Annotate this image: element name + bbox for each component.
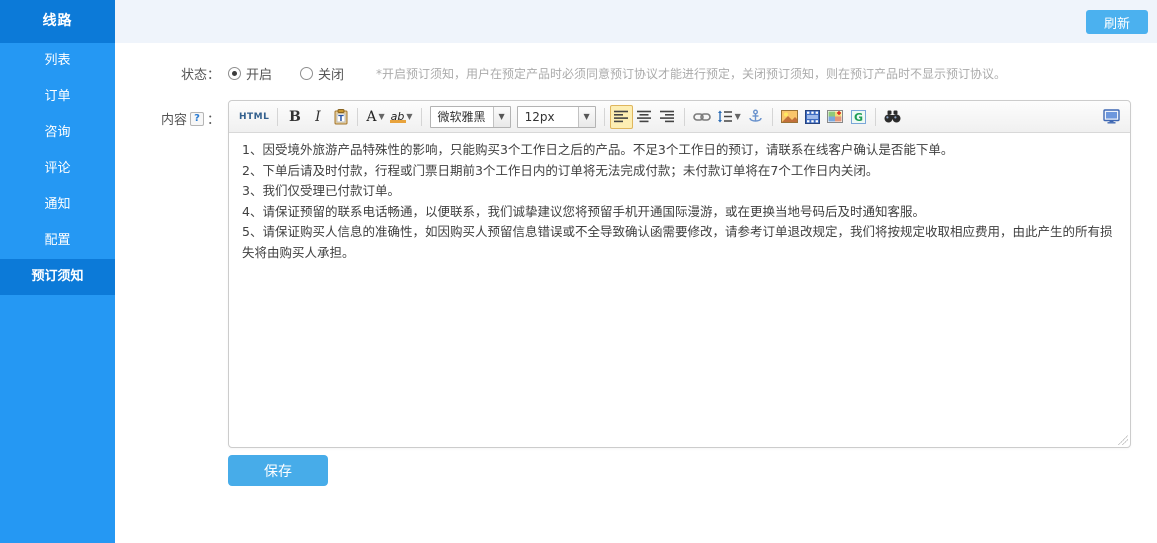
sidebar: 线路 列表 订单 咨询 评论 通知 配置 预订须知 — [0, 0, 115, 543]
google-map-icon: G — [851, 110, 866, 124]
toolbar-separator — [604, 108, 605, 126]
chevron-down-icon: ▼ — [493, 107, 510, 127]
sidebar-item[interactable]: 列表 — [0, 43, 115, 79]
sidebar-item[interactable]: 订单 — [0, 79, 115, 115]
svg-text:G: G — [854, 111, 863, 124]
bold-button[interactable]: B — [283, 105, 306, 129]
sidebar-item[interactable]: 咨询 — [0, 115, 115, 151]
highlight-color-button[interactable]: ab ▼ — [388, 105, 416, 129]
font-size-select[interactable]: 12px ▼ — [517, 106, 596, 128]
link-icon — [693, 111, 711, 123]
status-note: *开启预订须知，用户在预定产品时必须同意预订协议才能进行预定，关闭预订须知，则在… — [376, 65, 1006, 82]
find-replace-button[interactable] — [881, 105, 904, 129]
font-family-select[interactable]: 微软雅黑 ▼ — [430, 106, 511, 128]
editor-toolbar: HTML B I T A ▼ ab ▼ — [229, 101, 1130, 133]
sidebar-item[interactable]: 配置 — [0, 223, 115, 259]
editor-paragraph: 4、请保证预留的联系电话畅通，以便联系，我们诚挚建议您将预留手机开通国际漫游，或… — [242, 202, 1117, 223]
anchor-button[interactable] — [744, 105, 767, 129]
save-button[interactable]: 保存 — [228, 455, 328, 486]
toolbar-separator — [421, 108, 422, 126]
insert-video-button[interactable] — [801, 105, 824, 129]
fullscreen-button[interactable] — [1100, 105, 1123, 129]
editor-paragraph: 1、因受境外旅游产品特殊性的影响，只能购买3个工作日之后的产品。不足3个工作日的… — [242, 140, 1117, 161]
paste-text-button[interactable]: T — [329, 105, 352, 129]
status-radio-option[interactable]: 开启 — [228, 64, 272, 83]
highlight-letters: ab — [391, 110, 405, 123]
content-label-colon: ： — [207, 109, 220, 128]
line-height-icon — [717, 110, 733, 123]
content-label-text: 内容 — [161, 109, 187, 128]
font-color-button[interactable]: A ▼ — [363, 105, 387, 129]
editor-paragraph: 2、下单后请及时付款，行程或门票日期前3个工作日内的订单将无法完成付款；未付款订… — [242, 161, 1117, 182]
content-field-label: 内容 ? ： — [115, 109, 220, 128]
toolbar-separator — [357, 108, 358, 126]
sidebar-item[interactable]: 评论 — [0, 151, 115, 187]
insert-map-image-button[interactable] — [824, 105, 847, 129]
status-label: 状态： — [115, 64, 220, 83]
radio-icon[interactable] — [228, 67, 241, 80]
insert-image-button[interactable] — [778, 105, 801, 129]
sidebar-menu: 列表 订单 咨询 评论 通知 配置 预订须知 — [0, 43, 115, 295]
editor-paragraph: 5、请保证购买人信息的准确性，如因购买人预留信息错误或不全导致确认函需要修改，请… — [242, 222, 1117, 263]
html-source-button[interactable]: HTML — [236, 105, 272, 129]
toolbar-separator — [875, 108, 876, 126]
fullscreen-monitor-icon — [1103, 109, 1120, 124]
line-height-button[interactable]: ▼ — [714, 105, 744, 129]
anchor-icon — [748, 109, 763, 124]
insert-link-button[interactable] — [690, 105, 714, 129]
status-radio-option[interactable]: 关闭 — [300, 64, 344, 83]
chevron-down-icon: ▼ — [379, 112, 385, 121]
align-right-button[interactable] — [656, 105, 679, 129]
align-center-icon — [637, 110, 652, 123]
align-right-icon — [660, 110, 675, 123]
help-icon[interactable]: ? — [190, 112, 204, 126]
svg-text:T: T — [338, 114, 344, 123]
topbar: 刷新 — [115, 0, 1157, 43]
chevron-down-icon: ▼ — [735, 112, 741, 121]
main-content: 状态： 开启 关闭 *开启预订须知，用户在预定产品时必须同意预订协议才能进行预定… — [115, 43, 1157, 543]
binoculars-icon — [884, 110, 901, 123]
paste-text-icon: T — [333, 109, 349, 125]
toolbar-separator — [772, 108, 773, 126]
status-radio-group: 开启 关闭 — [228, 64, 372, 83]
refresh-button[interactable]: 刷新 — [1086, 10, 1148, 34]
font-color-letter: A — [366, 109, 376, 125]
sidebar-header: 线路 — [0, 0, 115, 43]
rich-text-editor: HTML B I T A ▼ ab ▼ — [228, 100, 1131, 448]
resize-grip[interactable] — [1118, 435, 1128, 445]
toolbar-separator — [684, 108, 685, 126]
align-center-button[interactable] — [633, 105, 656, 129]
radio-label: 开启 — [246, 64, 272, 83]
radio-label: 关闭 — [318, 64, 344, 83]
sidebar-item[interactable]: 预订须知 — [0, 259, 115, 295]
editor-content-area[interactable]: 1、因受境外旅游产品特殊性的影响，只能购买3个工作日之后的产品。不足3个工作日的… — [229, 133, 1130, 447]
align-left-button[interactable] — [610, 105, 633, 129]
sidebar-item[interactable]: 通知 — [0, 187, 115, 223]
font-family-value: 微软雅黑 — [431, 108, 493, 125]
editor-paragraph: 3、我们仅受理已付款订单。 — [242, 181, 1117, 202]
chevron-down-icon: ▼ — [406, 112, 412, 121]
video-icon — [805, 110, 820, 124]
font-size-value: 12px — [518, 110, 578, 124]
map-image-icon — [827, 110, 843, 123]
radio-icon[interactable] — [300, 67, 313, 80]
chevron-down-icon: ▼ — [578, 107, 595, 127]
status-row: 状态： 开启 关闭 *开启预订须知，用户在预定产品时必须同意预订协议才能进行预定… — [115, 62, 1147, 84]
toolbar-separator — [277, 108, 278, 126]
italic-button[interactable]: I — [306, 105, 329, 129]
image-icon — [781, 110, 798, 123]
google-map-button[interactable]: G — [847, 105, 870, 129]
align-left-icon — [614, 110, 629, 123]
html-source-label: HTML — [239, 112, 269, 122]
